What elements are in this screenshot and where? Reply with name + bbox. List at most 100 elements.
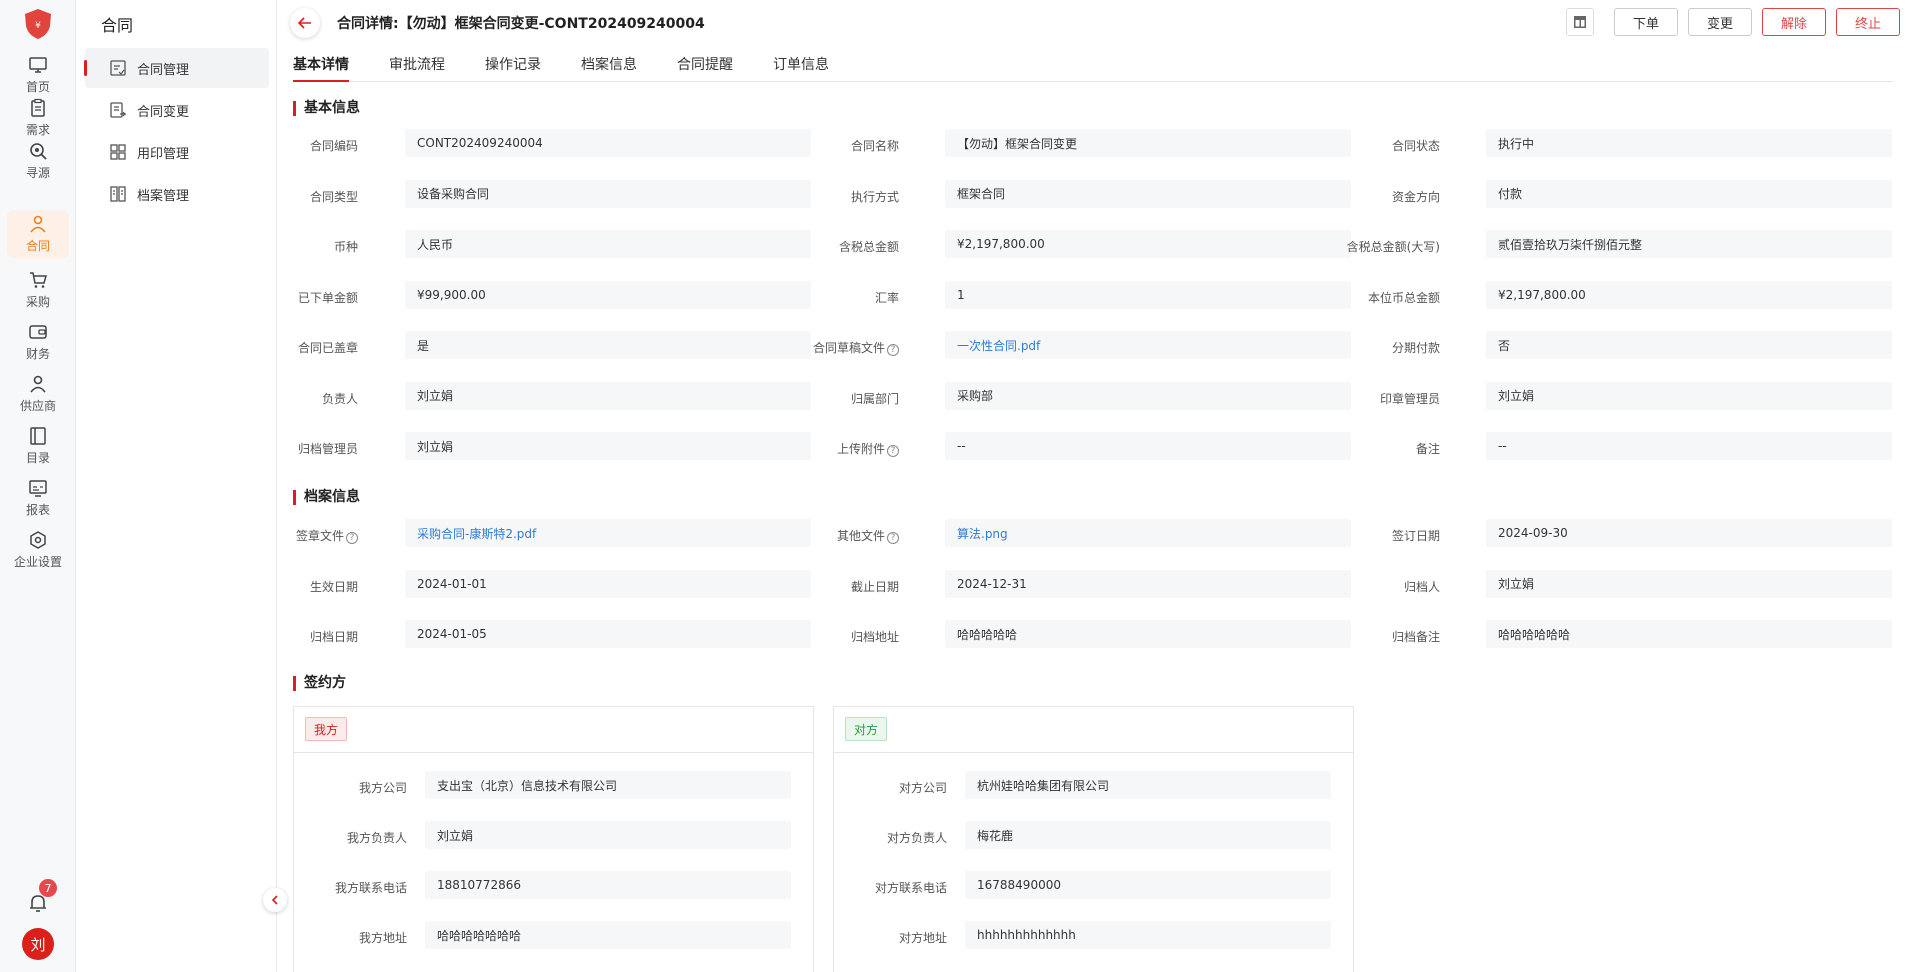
settings-icon <box>30 531 46 549</box>
field-label-text: 我方公司 <box>358 781 407 795</box>
field-value: 刘立娟 <box>1486 569 1892 598</box>
grid-icon <box>110 144 126 160</box>
rail-item-contract[interactable]: 合同 <box>7 210 69 258</box>
field-label-text: 含税总金额(大写) <box>1346 240 1440 254</box>
monitor-icon <box>29 57 47 73</box>
field-label-text: 汇率 <box>874 290 899 305</box>
layout-toggle-button[interactable] <box>1565 8 1594 36</box>
release-button[interactable]: 解除 <box>1761 8 1826 36</box>
page-title: 合同详情:【勿动】框架合同变更-CONT202409240004 <box>337 16 705 32</box>
search-icon <box>30 143 47 160</box>
field-value: 贰佰壹拾玖万柒仟捌佰元整 <box>1486 230 1892 258</box>
field-label-text: 资金方向 <box>1391 189 1440 204</box>
tab-operation-log[interactable]: 操作记录 <box>485 54 541 74</box>
field-label-text: 归属部门 <box>850 391 899 406</box>
order-button[interactable]: 下单 <box>1613 8 1678 36</box>
field-label-text: 合同编码 <box>309 139 358 153</box>
field-label: 分期付款 <box>1260 339 1440 356</box>
field-label: 印章管理员 <box>1260 390 1440 407</box>
section-title-basic: 基本信息 <box>293 101 360 116</box>
field-label: 资金方向 <box>1260 188 1440 205</box>
tab-order-info[interactable]: 订单信息 <box>773 54 829 74</box>
tab-basic-details[interactable]: 基本详情 <box>293 54 349 82</box>
field-label-text: 合同类型 <box>309 189 358 204</box>
rail-item-supplier[interactable]: 供应商 <box>7 370 69 418</box>
card-header: 对方 <box>834 707 1353 753</box>
header-actions: 下单 变更 解除 终止 <box>1565 8 1900 36</box>
back-button[interactable] <box>290 8 320 38</box>
field-label-text: 已下单金额 <box>297 290 358 305</box>
field-value: 梅花鹿 <box>965 821 1331 849</box>
field-label-text: 归档备注 <box>1391 630 1440 644</box>
book-icon <box>30 427 46 445</box>
field-value: 16788490000 <box>965 871 1331 899</box>
terminate-button[interactable]: 终止 <box>1835 8 1900 36</box>
rail-item-demand[interactable]: 需求 <box>7 94 69 142</box>
submenu-item-contract-management[interactable]: 合同管理 <box>84 48 269 88</box>
rail-item-finance[interactable]: 财务 <box>7 318 69 366</box>
rail-label: 合同 <box>25 239 50 253</box>
rail-label: 财务 <box>25 347 50 361</box>
section-title-archive: 档案信息 <box>293 490 360 505</box>
field-value: 否 <box>1486 331 1892 359</box>
help-icon[interactable]: ? <box>887 532 899 544</box>
detail-tabs: 基本详情 审批流程 操作记录 档案信息 合同提醒 订单信息 <box>293 44 1893 82</box>
field-label: 归档人 <box>1260 578 1440 595</box>
change-button[interactable]: 变更 <box>1687 8 1752 36</box>
app-root: ¥ 首页 需求 寻源 合同 采购 财务 供应商 目录 报表 企业设置 7 刘 合… <box>0 0 1920 972</box>
field-label: 合同已盖章 <box>178 339 358 356</box>
our-party-tag: 我方 <box>305 717 348 741</box>
field-label: 本位币总金额 <box>1260 289 1440 306</box>
our-party-card: 我方 我方公司 支出宝（北京）信息技术有限公司 我方负责人 刘立娟 我方联系电话 1881… <box>293 706 814 972</box>
tab-archive-info[interactable]: 档案信息 <box>581 54 637 74</box>
field-label-text: 归档日期 <box>309 630 358 644</box>
logo-icon: ¥ <box>25 9 51 39</box>
field-label: 我方联系电话 <box>287 879 407 896</box>
cart-icon <box>30 272 47 288</box>
field-value: 刘立娟 <box>425 821 791 849</box>
contract-change-icon <box>110 102 126 118</box>
rail-label: 报表 <box>25 503 50 517</box>
field-label: 汇率 <box>719 289 899 306</box>
field-label: 合同状态 <box>1260 137 1440 154</box>
avatar[interactable]: 刘 <box>22 928 54 960</box>
field-label-text: 含税总金额 <box>838 240 899 254</box>
clipboard-icon <box>31 98 45 117</box>
rail-item-home[interactable]: 首页 <box>7 51 69 99</box>
help-icon[interactable]: ? <box>346 532 358 544</box>
field-label-text: 上传附件 <box>836 442 885 456</box>
field-label-text: 归档管理员 <box>297 442 358 456</box>
field-label: 负责人 <box>178 390 358 407</box>
field-label-text: 合同状态 <box>1391 139 1440 153</box>
field-label-text: 生效日期 <box>309 579 358 594</box>
help-icon[interactable]: ? <box>887 344 899 356</box>
rail-item-purchase[interactable]: 采购 <box>7 266 69 314</box>
field-label-text: 币种 <box>333 240 358 254</box>
rail-item-enterprise-settings[interactable]: 企业设置 <box>7 526 69 574</box>
field-label: 合同名称 <box>719 137 899 154</box>
field-label: 签订日期 <box>1260 527 1440 544</box>
submenu-title: 合同 <box>101 16 134 35</box>
field-label-text: 对方地址 <box>898 931 947 945</box>
tab-contract-reminder[interactable]: 合同提醒 <box>677 54 733 74</box>
rail-label: 寻源 <box>25 166 50 180</box>
field-value: -- <box>1486 432 1892 460</box>
rail-item-report[interactable]: 报表 <box>7 474 69 522</box>
rail-label: 需求 <box>25 123 50 137</box>
field-label-text: 对方联系电话 <box>874 881 947 895</box>
field-value: 18810772866 <box>425 871 791 899</box>
field-label: 截止日期 <box>719 578 899 595</box>
help-icon[interactable]: ? <box>887 445 899 457</box>
field-value: 支出宝（北京）信息技术有限公司 <box>425 771 791 799</box>
field-label-text: 本位币总金额 <box>1367 290 1440 305</box>
rail-item-catalog[interactable]: 目录 <box>7 422 69 470</box>
field-label-text: 对方公司 <box>898 781 947 795</box>
field-label: 对方负责人 <box>827 829 947 846</box>
field-label: 对方地址 <box>827 929 947 946</box>
report-icon <box>29 480 47 497</box>
tab-approval-flow[interactable]: 审批流程 <box>389 54 445 74</box>
submenu-item-contract-change[interactable]: 合同变更 <box>85 90 269 130</box>
rail-item-sourcing[interactable]: 寻源 <box>7 137 69 185</box>
field-label-text: 合同草稿文件 <box>812 341 885 355</box>
contract-doc-icon <box>110 60 126 76</box>
